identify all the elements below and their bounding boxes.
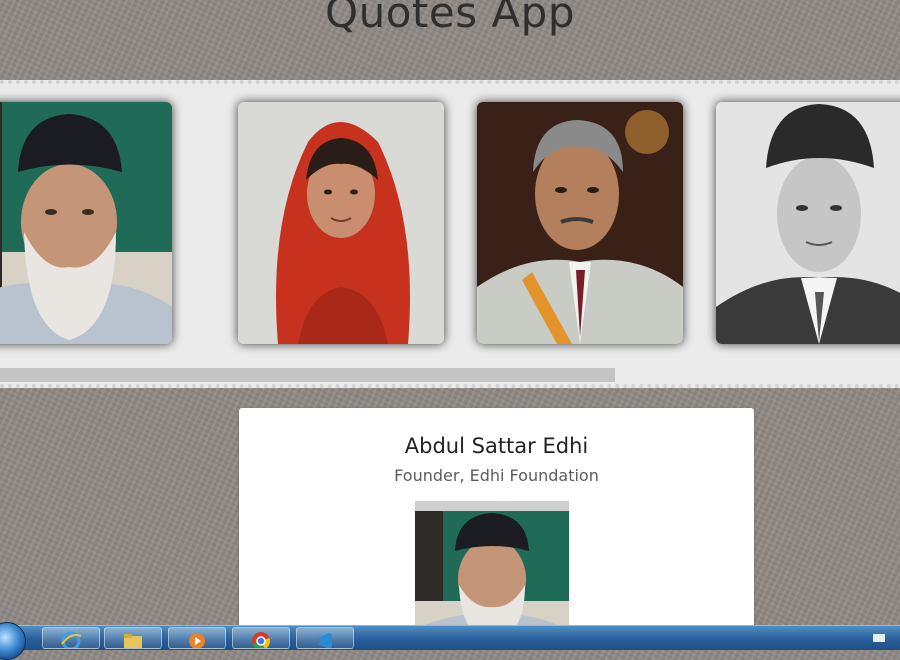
people-carousel[interactable] [0, 80, 900, 388]
notification-tray-icon[interactable] [872, 631, 886, 645]
quote-detail-card: Abdul Sattar Edhi Founder, Edhi Foundati… [239, 408, 754, 641]
person-card-edhi[interactable] [0, 102, 172, 344]
chrome-button[interactable] [232, 627, 290, 649]
person-role: Founder, Edhi Foundation [394, 466, 599, 485]
carousel-scrollbar-thumb[interactable] [0, 368, 615, 382]
edhi-portrait [0, 102, 172, 344]
file-explorer-button[interactable] [104, 627, 162, 649]
internet-explorer-button[interactable] [42, 627, 100, 649]
person-card-aq-khan[interactable] [477, 102, 683, 344]
person-name: Abdul Sattar Edhi [404, 434, 589, 458]
malala-portrait [238, 102, 444, 344]
aq-khan-portrait [477, 102, 683, 344]
os-taskbar [0, 622, 900, 660]
carousel-track [0, 102, 900, 346]
carousel-scrollbar[interactable] [0, 366, 900, 382]
visual-studio-code-icon [318, 633, 332, 648]
vscode-button[interactable] [296, 627, 354, 649]
internet-explorer-icon [61, 631, 82, 648]
selected-person-portrait [415, 511, 569, 641]
media-player-button[interactable] [168, 627, 226, 649]
person-card-malala[interactable] [238, 102, 444, 344]
person-card-jinnah[interactable] [716, 102, 900, 344]
media-player-icon [189, 633, 205, 648]
start-button[interactable] [0, 622, 26, 660]
person-photo [415, 501, 569, 641]
folder-icon [124, 634, 142, 648]
jinnah-portrait [716, 102, 900, 344]
chrome-icon [252, 632, 270, 648]
app-title: Quotes App [325, 0, 575, 37]
